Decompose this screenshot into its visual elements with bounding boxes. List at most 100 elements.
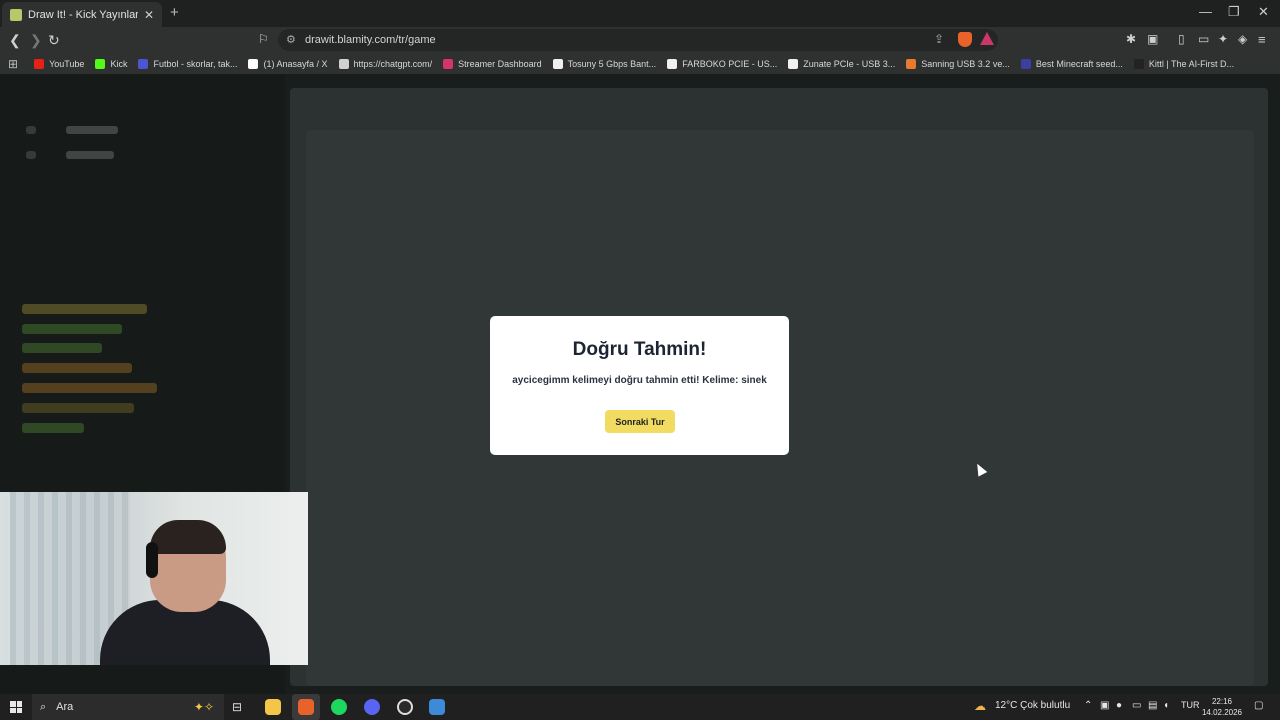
player-avatar	[26, 126, 36, 134]
bookmark-x[interactable]: (1) Anasayfa / X	[248, 58, 328, 69]
bookmark-youtube[interactable]: YouTube	[34, 58, 85, 69]
device-icon[interactable]: ▣	[1100, 700, 1109, 711]
reload-icon[interactable]: ↻	[48, 32, 60, 49]
hb-icon	[906, 58, 917, 69]
bookmark-chatgpt[interactable]: https://chatgpt.com/	[338, 58, 433, 69]
bookmark-label: Zunate PCIe - USB 3...	[803, 58, 896, 69]
bookmark-label: FARBOKO PCIE - US...	[682, 58, 778, 69]
forward-icon[interactable]: ❯	[30, 32, 42, 49]
site-favicon-icon	[10, 8, 22, 21]
bookmarks-bar: ⊞ YouTube Kick Futbol - skorlar, tak... …	[0, 53, 1280, 74]
weather-icon: ☁	[974, 699, 986, 713]
clock[interactable]: 22:16 14.02.2026	[1196, 696, 1248, 718]
bookmark-label: YouTube	[49, 58, 85, 69]
obs-icon[interactable]	[397, 699, 413, 715]
player-avatar	[26, 151, 36, 159]
network-icon[interactable]: ▤	[1148, 700, 1157, 711]
minecraft-icon	[1020, 58, 1031, 69]
tray-overflow-icon[interactable]: ⌃	[1084, 700, 1092, 711]
browser-tab[interactable]: Draw It! - Kick Yayınları İçin Çizim ✕	[2, 2, 162, 27]
tab-close-icon[interactable]: ✕	[144, 8, 154, 22]
discord-icon[interactable]	[364, 699, 380, 715]
kick-icon	[95, 58, 106, 69]
modal-message: aycicegimm kelimeyi doğru tahmin etti! K…	[512, 375, 767, 386]
bookmark-label: https://chatgpt.com/	[353, 58, 433, 69]
brave-rewards-icon[interactable]	[980, 32, 994, 45]
back-icon[interactable]: ❮	[9, 32, 21, 49]
weather-text[interactable]: 12°C Çok bulutlu	[995, 700, 1070, 711]
display-icon[interactable]: ▭	[1132, 700, 1141, 711]
bookmark-futbol[interactable]: Futbol - skorlar, tak...	[138, 58, 237, 69]
amazon-icon	[552, 58, 563, 69]
browser-toolbar: ❮ ❯ ↻ ⚐ ⚙ drawit.blamity.com/tr/game ⇪ ✱…	[0, 27, 1280, 53]
bookmark-kick[interactable]: Kick	[95, 58, 127, 69]
bookmark-label: Sanning USB 3.2 ve...	[921, 58, 1010, 69]
modal-title: Doğru Tahmin!	[572, 339, 707, 360]
x-icon	[248, 58, 259, 69]
notification-icon[interactable]: ▢	[1254, 700, 1263, 711]
site-info-icon[interactable]: ⚙	[286, 33, 296, 46]
minimize-button[interactable]: —	[1199, 4, 1212, 19]
brave-browser-icon[interactable]	[298, 699, 314, 715]
next-round-button[interactable]: Sonraki Tur	[605, 410, 675, 433]
bookmark-minecraft[interactable]: Best Minecraft seed...	[1020, 58, 1123, 69]
bookmark-kittl[interactable]: Kittl | The AI-First D...	[1133, 58, 1235, 69]
sidebar-icon[interactable]: ▯	[1178, 32, 1185, 46]
task-view-icon[interactable]: ⊟	[232, 700, 248, 716]
chat-line-blur	[22, 343, 102, 353]
new-tab-button[interactable]: +	[170, 4, 179, 21]
bookmark-zunate[interactable]: Zunate PCIe - USB 3...	[788, 58, 896, 69]
address-bar[interactable]: ⚙ drawit.blamity.com/tr/game ⇪	[278, 29, 998, 51]
app-icon[interactable]	[429, 699, 445, 715]
chat-line-blur	[22, 383, 157, 393]
leo-ai-icon[interactable]: ✦	[1218, 32, 1228, 46]
share-icon[interactable]: ⇪	[934, 32, 944, 46]
extensions-icon[interactable]: ✱	[1126, 32, 1136, 46]
close-window-button[interactable]: ✕	[1258, 4, 1269, 20]
amazon-icon	[667, 58, 678, 69]
search-placeholder: Ara	[56, 701, 74, 713]
windows-start-icon[interactable]	[10, 701, 22, 713]
player-name-blur	[66, 126, 118, 134]
bookmark-label: Best Minecraft seed...	[1035, 58, 1123, 69]
bookmark-sanning[interactable]: Sanning USB 3.2 ve...	[906, 58, 1010, 69]
wallet-icon[interactable]: ▭	[1198, 32, 1209, 46]
chat-line-blur	[22, 403, 134, 413]
kittl-icon	[1133, 58, 1144, 69]
screen: Draw It! - Kick Yayınları İçin Çizim ✕ +…	[0, 0, 1280, 720]
bookmark-tosuny[interactable]: Tosuny 5 Gbps Bant...	[552, 58, 657, 69]
apps-grid-icon[interactable]: ⊞	[8, 57, 18, 71]
menu-icon[interactable]: ≡	[1258, 32, 1266, 47]
copilot-sparkle-icon: ✦✧	[193, 700, 214, 714]
bookmark-label: Tosuny 5 Gbps Bant...	[567, 58, 657, 69]
webcam-overlay	[0, 492, 308, 665]
clock-date: 14.02.2026	[1201, 708, 1243, 717]
restore-button[interactable]: ❐	[1228, 4, 1240, 20]
chat-line-blur	[22, 304, 147, 314]
bookmark-farboko[interactable]: FARBOKO PCIE - US...	[667, 58, 778, 69]
vpn-icon[interactable]: ◈	[1238, 32, 1247, 46]
bookmark-label: Kittl | The AI-First D...	[1148, 58, 1235, 69]
file-explorer-icon[interactable]	[265, 699, 281, 715]
browser-tab-bar: Draw It! - Kick Yayınları İçin Çizim ✕ +…	[0, 0, 1280, 27]
bookmark-label: Streamer Dashboard	[458, 58, 542, 69]
chatgpt-icon	[338, 58, 349, 69]
search-icon: ⌕	[40, 700, 47, 713]
chat-line-blur	[22, 423, 84, 433]
spotify-icon[interactable]	[331, 699, 347, 715]
chat-line-blur	[22, 363, 132, 373]
player-name-blur	[66, 151, 114, 159]
volume-icon[interactable]: ◖	[1163, 700, 1169, 711]
tab-search-icon[interactable]: ▣	[1147, 32, 1158, 46]
bookmark-streamer-dashboard[interactable]: Streamer Dashboard	[443, 58, 542, 69]
url-text[interactable]: drawit.blamity.com/tr/game	[305, 34, 436, 46]
taskbar-search[interactable]: ⌕ Ara ✦✧	[32, 694, 224, 720]
amazon-icon	[788, 58, 799, 69]
bookmark-icon[interactable]: ⚐	[258, 32, 269, 46]
microphone-icon[interactable]: ●	[1116, 700, 1122, 711]
streamer-hair	[150, 520, 226, 554]
headset-icon	[146, 542, 158, 578]
brave-shields-icon[interactable]	[958, 32, 972, 47]
windows-taskbar: ⌕ Ara ✦✧ ⊟ ☁ 12°C Çok bulutlu ⌃ ▣ ● ▭ ▤ …	[0, 694, 1280, 720]
correct-guess-modal: Doğru Tahmin! aycicegimm kelimeyi doğru …	[490, 316, 789, 455]
